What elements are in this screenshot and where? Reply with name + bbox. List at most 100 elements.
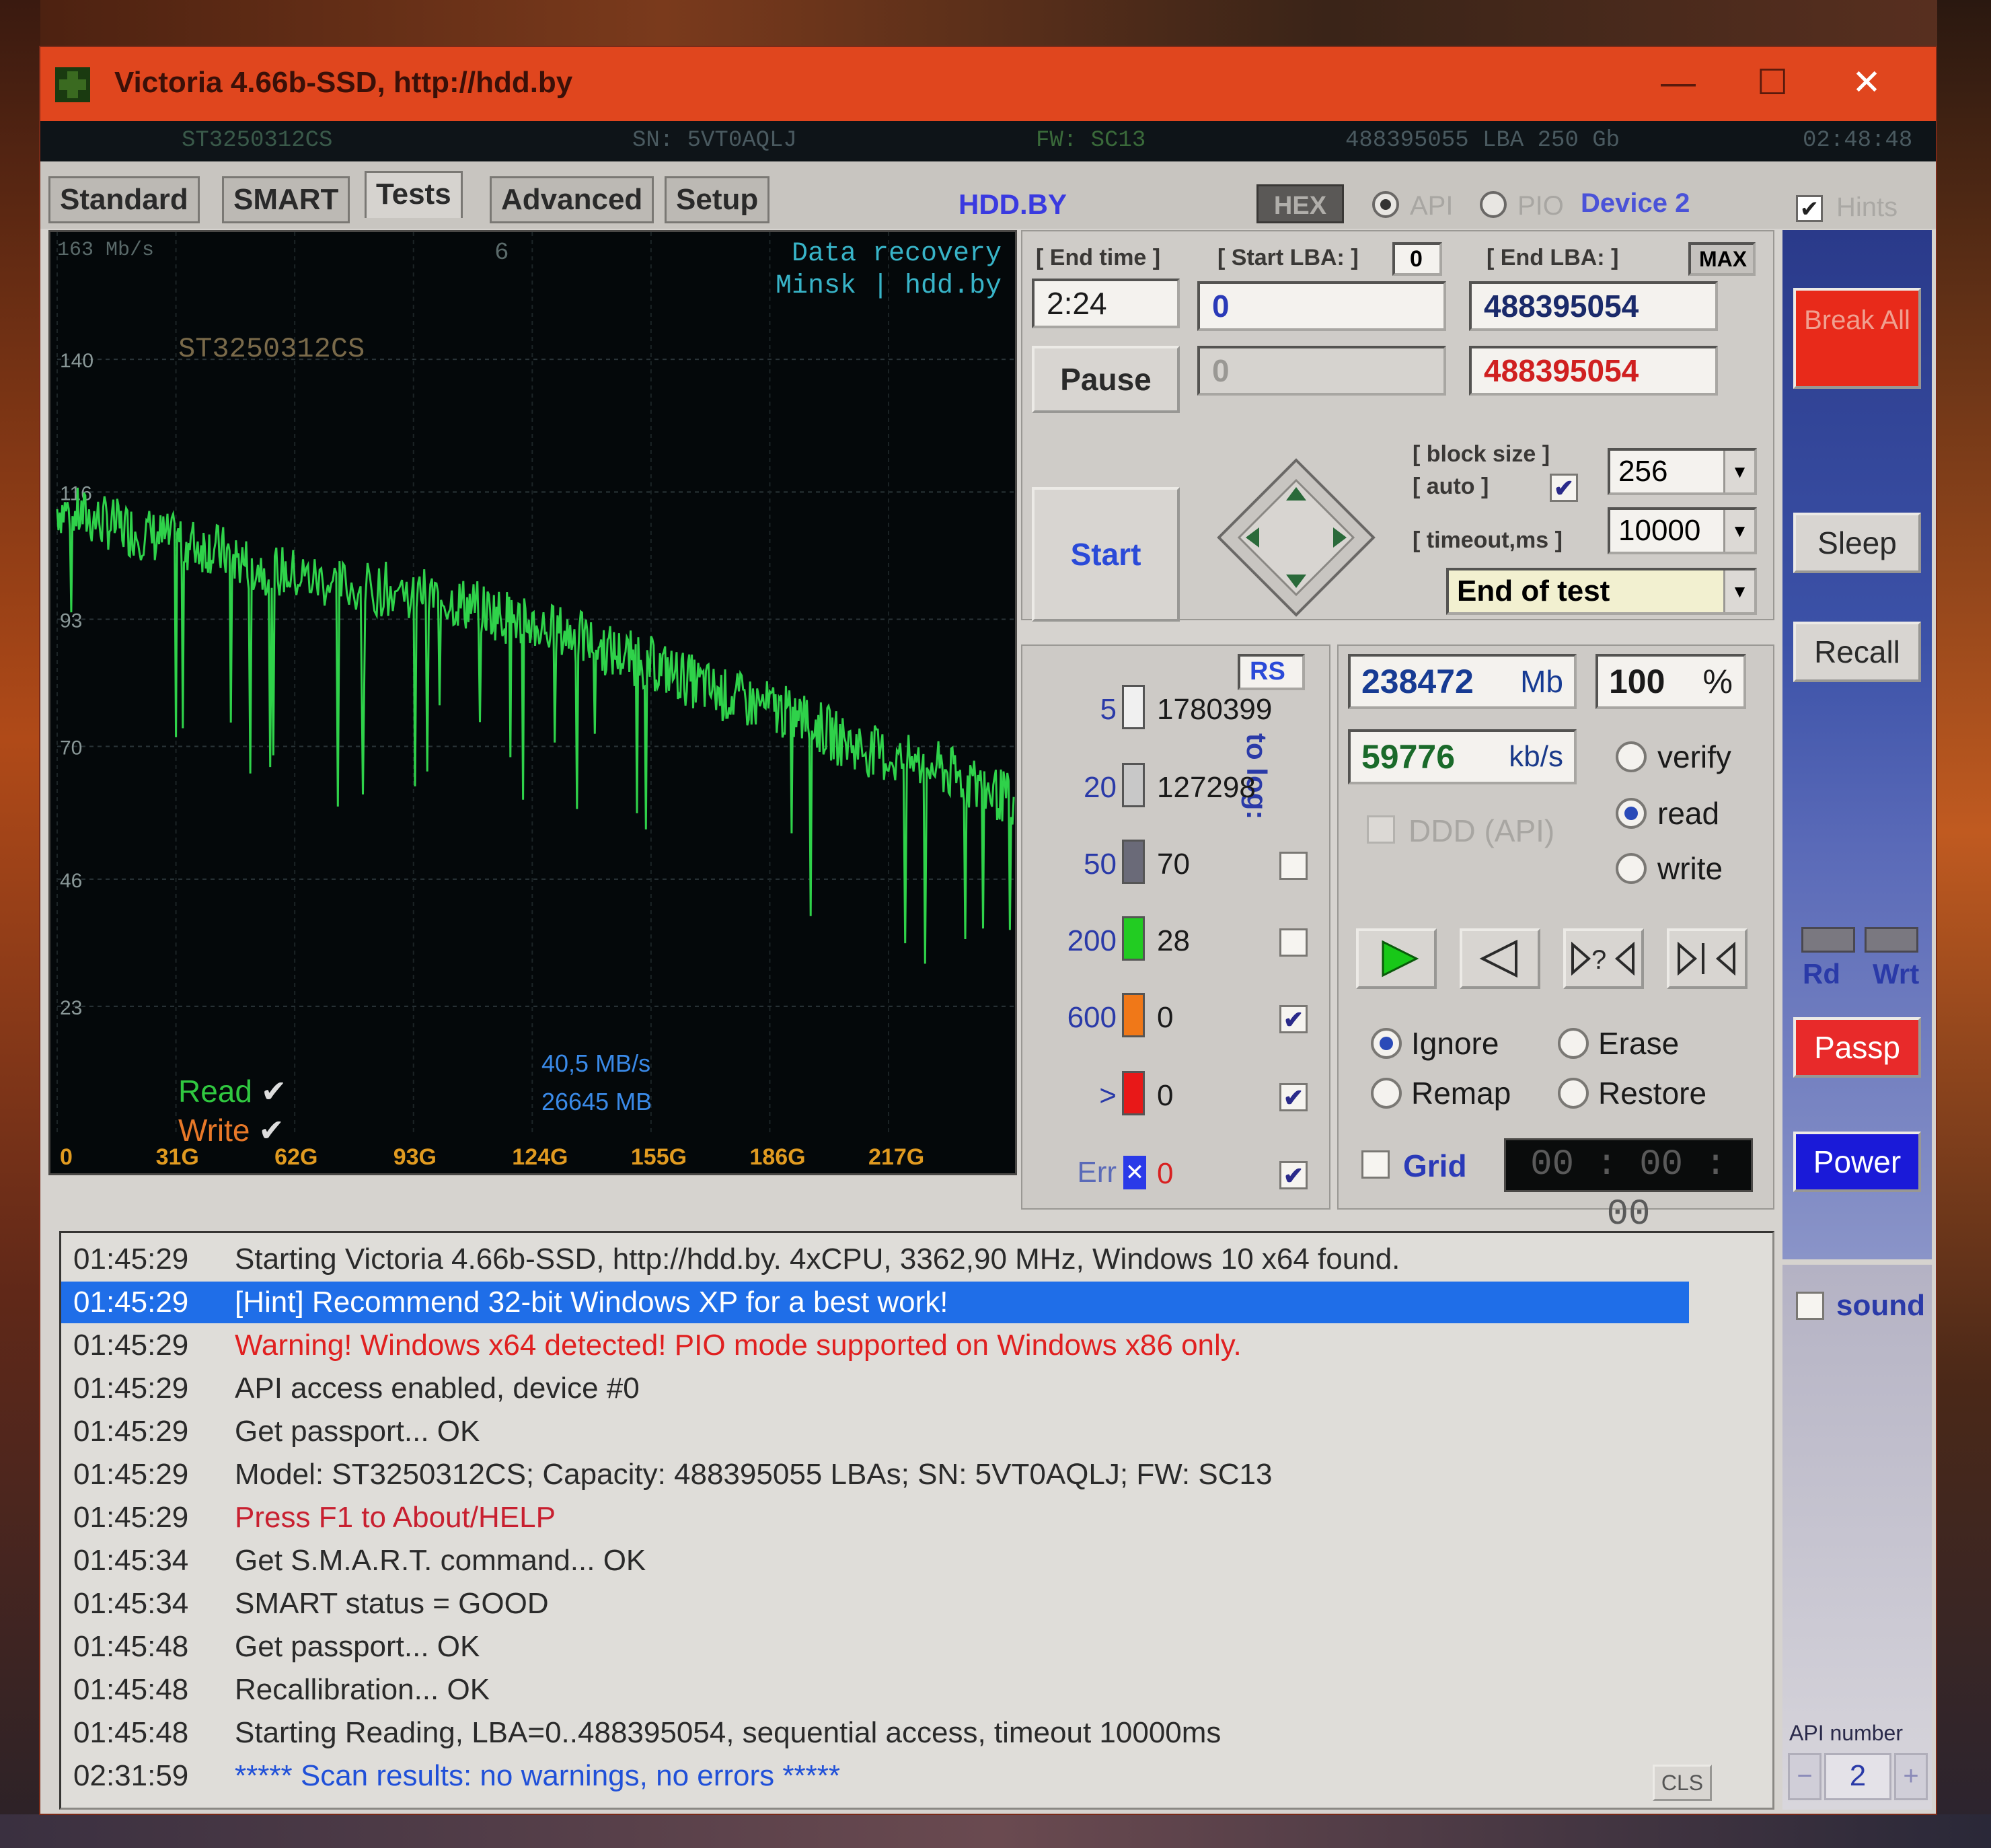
cls-button[interactable]: CLS [1653, 1765, 1712, 1801]
stats-threshold: 200 [1067, 924, 1117, 957]
sound-label: sound [1836, 1289, 1925, 1322]
log-err-checkbox[interactable]: ✔ [1279, 1161, 1308, 1189]
end-lba-field[interactable]: 488395054 [1469, 281, 1718, 331]
stats-count: 0 [1157, 1079, 1174, 1112]
window-title: Victoria 4.66b-SSD, http://hdd.by [114, 66, 573, 99]
svg-text:?: ? [1591, 945, 1606, 975]
write-radio[interactable] [1616, 853, 1647, 884]
start-lba-field[interactable]: 0 [1197, 281, 1446, 331]
log-line[interactable]: 01:45:29 Starting Victoria 4.66b-SSD, htt… [61, 1239, 1772, 1280]
recall-button[interactable]: Recall [1793, 622, 1921, 682]
ddd-checkbox[interactable] [1367, 815, 1395, 844]
erase-radio[interactable] [1558, 1028, 1589, 1059]
restore-radio[interactable] [1558, 1078, 1589, 1109]
log-line[interactable]: 01:45:48 Recallibration... OK [61, 1669, 1772, 1711]
read-radio[interactable] [1616, 798, 1647, 829]
pause-button[interactable]: Pause [1032, 346, 1180, 413]
log-threshold-checkbox[interactable] [1279, 852, 1308, 880]
stats-color-box [1122, 763, 1145, 807]
log-line[interactable]: 01:45:48 Starting Reading, LBA=0..4883950… [61, 1712, 1772, 1754]
log-line[interactable]: 01:45:29 API access enabled, device #0 [61, 1368, 1772, 1409]
log-line[interactable]: 01:45:29 [Hint] Recommend 32-bit Windows … [61, 1282, 1689, 1323]
play-back-icon [1479, 939, 1517, 978]
end-action-combo[interactable]: End of test ▼ [1446, 568, 1757, 615]
maximize-button[interactable]: ☐ [1742, 59, 1803, 106]
timeout-label: [ timeout,ms ] [1413, 527, 1563, 553]
ignore-radio[interactable] [1371, 1028, 1402, 1059]
random-seek-button[interactable]: ? [1563, 928, 1644, 989]
api-number-label: API number [1789, 1721, 1903, 1745]
api-number-decrement[interactable]: − [1788, 1753, 1821, 1800]
graph-unit-label: 163 Mb/s [57, 239, 155, 262]
ignore-label: Ignore [1411, 1026, 1499, 1061]
log-time: 01:45:48 [73, 1673, 189, 1706]
grid-label: Grid [1403, 1148, 1467, 1183]
direction-pad[interactable] [1212, 453, 1380, 622]
pio-radio[interactable] [1480, 191, 1507, 218]
log-message: Starting Victoria 4.66b-SSD, http://hdd.… [235, 1243, 1400, 1276]
log-threshold-checkbox[interactable] [1279, 928, 1308, 957]
stats-row: 600 0 ✔ [1022, 981, 1332, 1055]
stats-color-box [1122, 993, 1145, 1037]
remap-radio[interactable] [1371, 1078, 1402, 1109]
log-message: SMART status = GOOD [235, 1587, 549, 1620]
wrt-label: Wrt [1873, 958, 1920, 990]
log-line[interactable]: 01:45:29 Model: ST3250312CS; Capacity: 48… [61, 1454, 1772, 1495]
log-time: 01:45:29 [73, 1286, 189, 1319]
title-bar[interactable]: Victoria 4.66b-SSD, http://hdd.by — ☐ ✕ [40, 47, 1936, 121]
stats-color-box [1122, 685, 1145, 729]
sleep-button[interactable]: Sleep [1793, 513, 1921, 573]
log-line[interactable]: 01:45:48 Get passport... OK [61, 1626, 1772, 1668]
log-threshold-checkbox[interactable]: ✔ [1279, 1005, 1308, 1033]
log-line[interactable]: 01:45:34 SMART status = GOOD [61, 1583, 1772, 1625]
api-number-field[interactable]: 2 [1824, 1753, 1891, 1800]
play-forward-button[interactable] [1356, 928, 1437, 989]
log-line[interactable]: 01:45:29 Warning! Windows x64 detected! P… [61, 1325, 1772, 1366]
minimize-button[interactable]: — [1648, 59, 1708, 106]
start-lba-label: [ Start LBA: ] [1217, 245, 1359, 270]
log-line[interactable]: 02:31:59 ***** Scan results: no warnings,… [61, 1755, 1772, 1797]
stats-row: 200 28 [1022, 904, 1332, 978]
stats-color-box [1122, 1071, 1145, 1115]
legend-read[interactable]: Read ✔ [178, 1073, 287, 1109]
hex-button[interactable]: HEX [1256, 184, 1344, 223]
end-time-field[interactable]: 2:24 [1032, 279, 1180, 328]
start-lba-zero-button[interactable]: 0 [1392, 242, 1442, 276]
power-button[interactable]: Power [1793, 1132, 1921, 1192]
stats-count: 127298 [1157, 771, 1256, 804]
stats-row: 50 70 [1022, 827, 1332, 901]
log-panel: 01:45:29 Starting Victoria 4.66b-SSD, htt… [59, 1231, 1774, 1810]
tab-standard[interactable]: Standard [48, 176, 200, 223]
tab-advanced[interactable]: Advanced [490, 176, 654, 223]
tab-smart[interactable]: SMART [222, 176, 350, 223]
y-tick-label: 93 [60, 609, 82, 632]
grid-checkbox[interactable] [1361, 1150, 1390, 1179]
log-line[interactable]: 01:45:29 Press F1 to About/HELP [61, 1497, 1772, 1539]
verify-radio[interactable] [1616, 741, 1647, 772]
hints-checkbox[interactable]: ✔ [1796, 195, 1823, 222]
log-time: 01:45:34 [73, 1587, 189, 1620]
log-time: 01:45:29 [73, 1372, 189, 1405]
tab-tests[interactable]: Tests [365, 171, 463, 218]
log-threshold-checkbox[interactable]: ✔ [1279, 1083, 1308, 1111]
break-all-button[interactable]: Break All [1793, 288, 1921, 389]
stats-count: 1780399 [1157, 693, 1273, 726]
api-radio[interactable] [1372, 191, 1399, 218]
block-size-combo[interactable]: 256 ▼ [1608, 448, 1757, 495]
log-line[interactable]: 01:45:29 Get passport... OK [61, 1411, 1772, 1452]
tab-setup[interactable]: Setup [665, 176, 770, 223]
legend-write[interactable]: Write ✔ [178, 1112, 285, 1148]
block-auto-checkbox[interactable]: ✔ [1550, 474, 1578, 502]
log-line[interactable]: 01:45:34 Get S.M.A.R.T. command... OK [61, 1540, 1772, 1582]
hddby-link[interactable]: HDD.BY [959, 188, 1067, 221]
timeout-combo[interactable]: 10000 ▼ [1608, 507, 1757, 554]
passp-button[interactable]: Passp [1793, 1017, 1921, 1078]
start-button[interactable]: Start [1032, 487, 1180, 622]
max-lba-button[interactable]: MAX [1688, 242, 1756, 276]
api-number-increment[interactable]: + [1894, 1753, 1928, 1800]
play-icon [1382, 940, 1419, 977]
butterfly-button[interactable] [1667, 928, 1748, 989]
close-button[interactable]: ✕ [1836, 59, 1897, 106]
play-backward-button[interactable] [1460, 928, 1540, 989]
sound-checkbox[interactable] [1796, 1292, 1824, 1320]
